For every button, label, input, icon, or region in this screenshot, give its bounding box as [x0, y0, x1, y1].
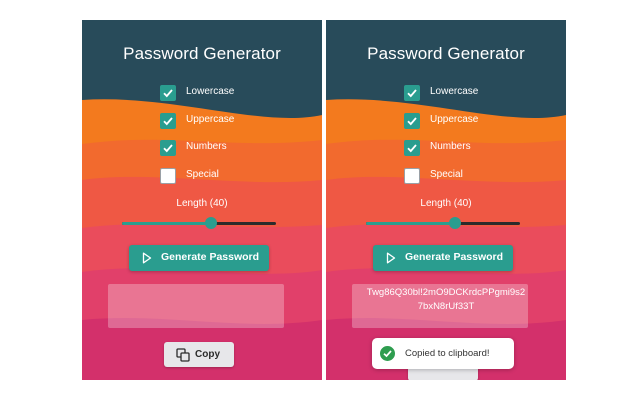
check-icon: [407, 117, 417, 126]
special-checkbox[interactable]: [160, 168, 176, 184]
generate-button-label: Generate Password: [161, 251, 260, 263]
slider-fill: [122, 222, 212, 225]
numbers-checkbox[interactable]: [404, 140, 420, 156]
special-label: Special: [430, 169, 463, 180]
copy-icon: [176, 348, 190, 362]
copy-button-label: Copy: [195, 349, 220, 360]
lowercase-label: Lowercase: [430, 86, 479, 97]
numbers-checkbox[interactable]: [160, 140, 176, 156]
uppercase-label: Uppercase: [430, 114, 479, 125]
numbers-label: Numbers: [430, 141, 471, 152]
check-circle-icon: [380, 346, 395, 361]
check-icon: [163, 144, 173, 153]
lowercase-checkbox[interactable]: [160, 85, 176, 101]
app-title: Password Generator: [367, 44, 525, 63]
app-panel-initial: Password Generator Lowercase Uppercase N…: [82, 20, 322, 380]
check-icon: [163, 89, 173, 98]
lowercase-checkbox[interactable]: [404, 85, 420, 101]
special-label: Special: [186, 169, 219, 180]
generate-password-button[interactable]: Generate Password: [129, 245, 269, 271]
copy-button[interactable]: Copy: [164, 342, 234, 367]
password-output: Twg86Q30bl!2mO9DCKrdcPPgmi9s2 7bxN8rUf33…: [326, 286, 566, 314]
password-line-1: Twg86Q30bl!2mO9DCKrdcPPgmi9s2: [366, 287, 526, 298]
check-icon: [407, 89, 417, 98]
copied-toast: Copied to clipboard!: [372, 338, 514, 369]
play-icon: [142, 252, 152, 264]
uppercase-checkbox[interactable]: [160, 113, 176, 129]
check-icon: [407, 144, 417, 153]
numbers-label: Numbers: [186, 141, 227, 152]
play-icon: [386, 252, 396, 264]
generate-button-label: Generate Password: [405, 251, 504, 263]
uppercase-label: Uppercase: [186, 114, 235, 125]
special-checkbox[interactable]: [404, 168, 420, 184]
slider-thumb[interactable]: [449, 217, 462, 229]
slider-fill: [366, 222, 456, 225]
slider-thumb[interactable]: [205, 217, 218, 229]
generate-password-button[interactable]: Generate Password: [373, 245, 513, 271]
length-slider[interactable]: [122, 216, 276, 230]
length-slider[interactable]: [366, 216, 520, 230]
toast-message: Copied to clipboard!: [405, 348, 490, 359]
password-line-2: 7bxN8rUf33T: [417, 301, 475, 312]
length-label: Length (40): [420, 198, 472, 209]
lowercase-label: Lowercase: [186, 86, 235, 97]
uppercase-checkbox[interactable]: [404, 113, 420, 129]
check-icon: [163, 117, 173, 126]
app-panel-generated: Password Generator Lowercase Uppercase N…: [326, 20, 566, 380]
app-title: Password Generator: [123, 44, 281, 63]
password-output: [108, 284, 284, 328]
length-label: Length (40): [176, 198, 228, 209]
